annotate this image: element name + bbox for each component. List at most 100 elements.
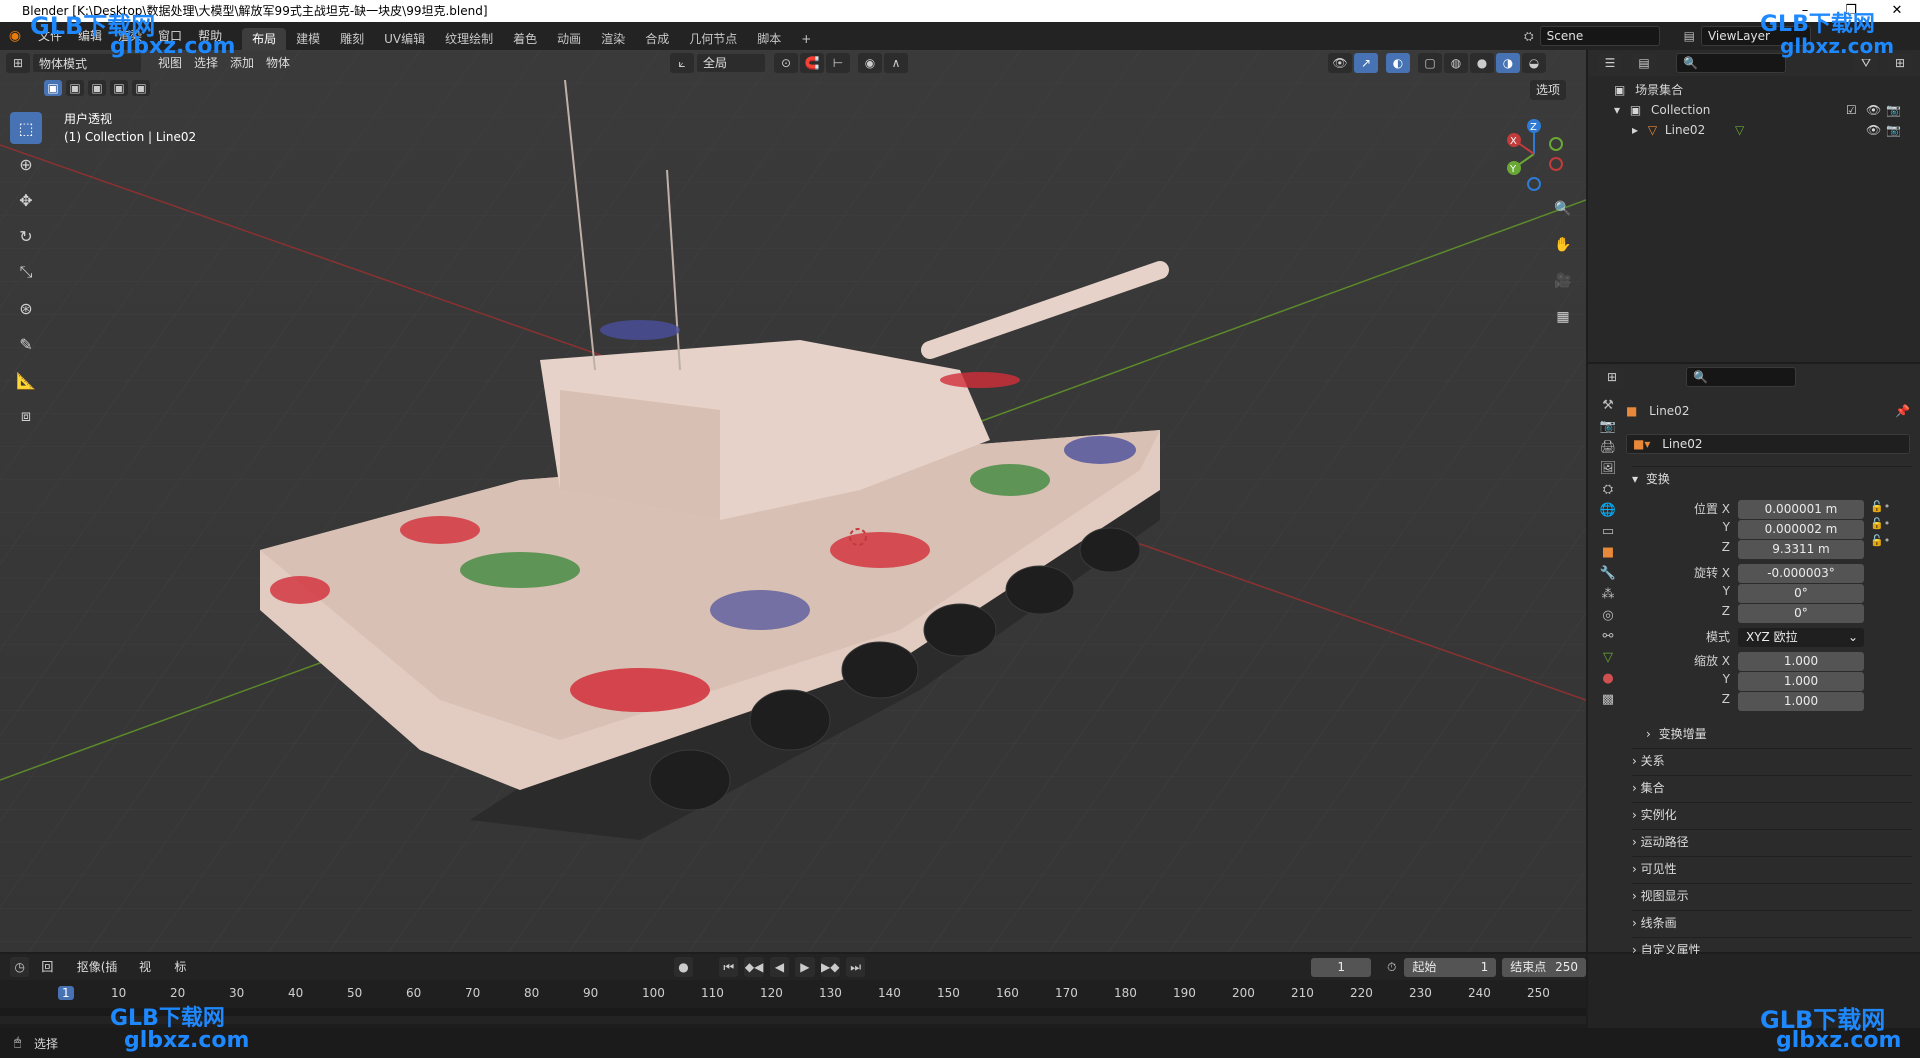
data-tab-icon[interactable]: ▽	[1603, 650, 1613, 665]
falloff-icon[interactable]: ∧	[884, 53, 908, 73]
select-subtract-icon[interactable]: ▣	[88, 80, 106, 96]
tab-geometry-nodes[interactable]: 几何节点	[679, 28, 747, 50]
menu-keying[interactable]: 抠像(插帧)	[71, 957, 129, 994]
stopwatch-icon[interactable]: ⏱	[1387, 960, 1396, 975]
wireframe-shading-icon[interactable]: ◍	[1444, 53, 1468, 73]
outliner-search-input[interactable]: 🔍	[1676, 53, 1786, 73]
material-shading-icon[interactable]: ◑	[1496, 53, 1520, 73]
close-button[interactable]: ✕	[1874, 0, 1920, 22]
render-camera-icon[interactable]: 📷	[1886, 100, 1901, 120]
material-tab-icon[interactable]: ●	[1602, 671, 1613, 686]
cursor-icon[interactable]: ⊕	[10, 148, 42, 180]
panel-line-art[interactable]: › 线条画	[1632, 910, 1912, 934]
world-tab-icon[interactable]: 🌐	[1600, 503, 1616, 518]
lock-icon[interactable]: 🔓•	[1870, 517, 1890, 530]
tab-scripting[interactable]: 脚本	[747, 28, 791, 50]
select-invert-icon[interactable]: ▣	[110, 80, 128, 96]
snap-target-icon[interactable]: ⊢	[826, 53, 850, 73]
add-cube-icon[interactable]: ⧈	[10, 400, 42, 432]
expand-icon[interactable]: ▸	[1632, 123, 1638, 137]
outliner-row-collection[interactable]: ▾ ▣ Collection ☑ 👁 📷	[1614, 100, 1914, 120]
select-box-icon[interactable]: ⬚	[10, 112, 42, 144]
record-icon[interactable]: ●	[673, 957, 694, 977]
scene-field[interactable]: Scene	[1539, 26, 1660, 46]
expand-icon[interactable]: ▾	[1614, 103, 1620, 117]
scene-tab-icon[interactable]: ⛭	[1603, 482, 1613, 497]
panel-collections[interactable]: › 集合	[1632, 775, 1912, 799]
collection-tab-icon[interactable]: ▭	[1602, 524, 1614, 539]
transform-orientation-dropdown[interactable]: 全局	[696, 53, 766, 73]
constraints-tab-icon[interactable]: ⚯	[1603, 629, 1614, 644]
checkbox-icon[interactable]: ☑	[1846, 100, 1857, 120]
tab-uv-editing[interactable]: UV编辑	[374, 28, 435, 50]
delta-transform-header[interactable]: › 变换增量	[1646, 722, 1920, 746]
transform-icon[interactable]: ⊛	[10, 292, 42, 324]
outliner-editor-icon[interactable]: ☰	[1598, 53, 1622, 73]
tab-animation[interactable]: 动画	[547, 28, 591, 50]
rotate-icon[interactable]: ↻	[10, 220, 42, 252]
object-tab-icon[interactable]: ■	[1602, 545, 1614, 560]
scale-y-field[interactable]: 1.000	[1738, 672, 1864, 691]
annotate-icon[interactable]: ✎	[10, 328, 42, 360]
editor-type-icon[interactable]: ⊞	[6, 53, 30, 73]
tab-shading[interactable]: 着色	[503, 28, 547, 50]
texture-tab-icon[interactable]: ▩	[1602, 692, 1614, 707]
jump-keyframe-back-icon[interactable]: ◆◀	[744, 957, 764, 977]
panel-relations[interactable]: › 关系	[1632, 748, 1912, 772]
render-camera-icon[interactable]: 📷	[1886, 120, 1901, 140]
render-tab-icon[interactable]: 📷	[1600, 419, 1616, 434]
perspective-grid-icon[interactable]: ▦	[1550, 304, 1576, 330]
add-workspace-icon[interactable]: +	[791, 28, 821, 50]
3d-viewport[interactable]: ⊞ 物体模式 视图 选择 添加 物体 ⟀ 全局 ⊙ 🧲 ⊢ ◉ ∧ 👁 ↗ ◐ …	[0, 50, 1586, 952]
tab-compositing[interactable]: 合成	[635, 28, 679, 50]
tab-rendering[interactable]: 渲染	[591, 28, 635, 50]
location-y-field[interactable]: 0.000002 m	[1738, 520, 1864, 539]
pivot-icon[interactable]: ⊙	[774, 53, 798, 73]
location-x-field[interactable]: 0.000001 m	[1738, 500, 1864, 519]
scale-icon[interactable]: ⤡	[10, 256, 42, 288]
menu-marker[interactable]: 标记	[168, 957, 199, 994]
menu-playback[interactable]: 回放	[35, 957, 66, 994]
proportional-edit-icon[interactable]: ◉	[858, 53, 882, 73]
blender-logo-icon[interactable]: ◉	[0, 28, 30, 44]
timeline-scrollbar[interactable]	[0, 1008, 1586, 1016]
frame-ruler[interactable]: 1 10 20 30 40 50 60 70 80 90 100 110 120 130 140 150 160…	[0, 980, 1586, 1008]
display-mode-icon[interactable]: ▤	[1632, 53, 1656, 73]
modifier-tab-icon[interactable]: 🔧	[1600, 566, 1616, 581]
tool-tab-icon[interactable]: ⚒	[1602, 398, 1614, 413]
view-layer-icon[interactable]: ▤	[1684, 29, 1695, 43]
start-frame-field[interactable]: 起始 1	[1404, 957, 1497, 977]
transform-panel-header[interactable]: ▾ 变换	[1632, 466, 1912, 490]
camera-icon[interactable]: 🎥	[1550, 268, 1576, 294]
properties-search-input[interactable]: 🔍	[1686, 367, 1796, 387]
jump-end-icon[interactable]: ⏭	[845, 957, 866, 977]
tab-texture-paint[interactable]: 纹理绘制	[435, 28, 503, 50]
rendered-shading-icon[interactable]: ◒	[1522, 53, 1546, 73]
solid-shading-icon[interactable]: ●	[1470, 53, 1494, 73]
visibility-icon[interactable]: 👁	[1328, 53, 1352, 73]
xray-icon[interactable]: ▢	[1418, 53, 1442, 73]
tab-modeling[interactable]: 建模	[286, 28, 330, 50]
jump-keyframe-forward-icon[interactable]: ▶◆	[820, 957, 840, 977]
location-z-field[interactable]: 9.3311 m	[1738, 540, 1864, 559]
view-layer-tab-icon[interactable]: 🖼	[1600, 461, 1617, 476]
select-extend-icon[interactable]: ▣	[66, 80, 84, 96]
scale-x-field[interactable]: 1.000	[1738, 652, 1864, 671]
rotation-y-field[interactable]: 0°	[1738, 584, 1864, 603]
scale-z-field[interactable]: 1.000	[1738, 692, 1864, 711]
menu-timeline-view[interactable]: 视图	[133, 957, 164, 994]
select-new-icon[interactable]: ▣	[44, 80, 62, 96]
pin-icon[interactable]: 📌	[1895, 400, 1910, 422]
scene-icon[interactable]: ⛭	[1524, 29, 1534, 44]
object-name-field[interactable]: ■▾ Line02	[1626, 434, 1910, 454]
rotation-mode-dropdown[interactable]: XYZ 欧拉 ⌄	[1738, 628, 1864, 647]
jump-start-icon[interactable]: ⏮	[719, 957, 739, 977]
zoom-icon[interactable]: 🔍	[1550, 196, 1576, 222]
tab-sculpting[interactable]: 雕刻	[330, 28, 374, 50]
panel-viewport-display[interactable]: › 视图显示	[1632, 883, 1912, 907]
gizmo-toggle-icon[interactable]: ↗	[1354, 53, 1378, 73]
snap-icon[interactable]: 🧲	[800, 53, 824, 73]
outliner-row-scene-collection[interactable]: ▣ 场景集合	[1614, 80, 1683, 100]
orientation-icon[interactable]: ⟀	[670, 53, 694, 73]
navigation-gizmo[interactable]: Z Y X	[1498, 114, 1578, 194]
